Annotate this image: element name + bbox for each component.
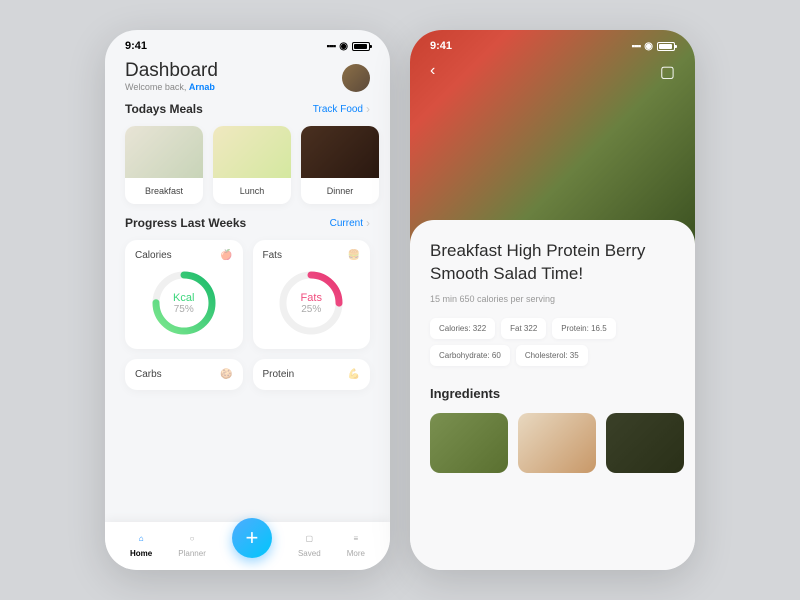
- progress-card-protein[interactable]: Protein 💪: [253, 359, 371, 390]
- nutrition-chips: Calories: 322 Fat 322 Protein: 16.5 Carb…: [430, 318, 675, 366]
- meals-section: Todays Meals Track Food Breakfast Lunch …: [105, 102, 390, 216]
- status-bar: 9:41: [105, 30, 390, 56]
- wifi-icon: [339, 40, 348, 52]
- ingredient-image[interactable]: [518, 413, 596, 473]
- user-name: Arnab: [189, 82, 215, 92]
- meal-image: [213, 126, 291, 178]
- ingredients-heading: Ingredients: [430, 386, 675, 401]
- progress-card-calories[interactable]: Calories 🍎 Kcal 75%: [125, 240, 243, 349]
- ring-label: Fats: [301, 292, 322, 304]
- recipe-subtitle: 15 min 650 calories per serving: [430, 294, 675, 304]
- recipe-hero-image: ‹ ▢: [410, 30, 695, 250]
- chevron-right-icon: [366, 102, 370, 116]
- wifi-icon: [644, 40, 653, 52]
- meal-card-breakfast[interactable]: Breakfast: [125, 126, 203, 204]
- signal-icon: [327, 40, 336, 52]
- bookmark-button[interactable]: ▢: [660, 62, 675, 82]
- bookmark-icon: ▢: [301, 530, 317, 546]
- welcome-text: Welcome back, Arnab: [125, 82, 218, 92]
- ring-label: Kcal: [173, 292, 194, 304]
- ingredient-image[interactable]: [606, 413, 684, 473]
- plus-icon: +: [245, 525, 258, 551]
- chip-carbohydrate: Carbohydrate: 60: [430, 345, 510, 366]
- meals-heading: Todays Meals: [125, 102, 203, 116]
- progress-card-carbs[interactable]: Carbs 🍪: [125, 359, 243, 390]
- nav-more[interactable]: ≡ More: [347, 530, 365, 558]
- ingredients-row: [430, 413, 675, 473]
- ring-percent: 25%: [301, 304, 321, 315]
- status-time: 9:41: [430, 40, 452, 52]
- burger-icon: 🍔: [348, 250, 360, 261]
- meal-image: [301, 126, 379, 178]
- search-icon: ○: [184, 530, 200, 546]
- apple-icon: 🍎: [220, 250, 232, 261]
- back-button[interactable]: ‹: [430, 62, 435, 82]
- status-bar: 9:41: [410, 30, 695, 56]
- chip-fat: Fat 322: [501, 318, 546, 339]
- muscle-icon: 💪: [348, 369, 360, 380]
- progress-section: Progress Last Weeks Current Calories 🍎: [105, 216, 390, 402]
- status-time: 9:41: [125, 40, 147, 52]
- recipe-title: Breakfast High Protein Berry Smooth Sala…: [430, 240, 675, 286]
- battery-icon: [352, 42, 370, 51]
- meal-card-lunch[interactable]: Lunch: [213, 126, 291, 204]
- avatar[interactable]: [342, 64, 370, 92]
- add-button[interactable]: +: [232, 518, 272, 558]
- chip-protein: Protein: 16.5: [552, 318, 615, 339]
- progress-heading: Progress Last Weeks: [125, 216, 246, 230]
- track-food-link[interactable]: Track Food: [313, 102, 370, 116]
- dashboard-header: Dashboard Welcome back, Arnab: [105, 56, 390, 102]
- progress-card-fats[interactable]: Fats 🍔 Fats 25%: [253, 240, 371, 349]
- ring-percent: 75%: [174, 304, 194, 315]
- signal-icon: [632, 40, 641, 52]
- progress-current-link[interactable]: Current: [330, 216, 370, 230]
- meal-card-dinner[interactable]: Dinner: [301, 126, 379, 204]
- menu-icon: ≡: [348, 530, 364, 546]
- chip-calories: Calories: 322: [430, 318, 495, 339]
- dashboard-screen: 9:41 Dashboard Welcome back, Arnab Today…: [105, 30, 390, 570]
- recipe-sheet: Breakfast High Protein Berry Smooth Sala…: [410, 220, 695, 570]
- status-indicators: [327, 40, 371, 52]
- cookie-icon: 🍪: [220, 369, 232, 380]
- nav-home[interactable]: ⌂ Home: [130, 530, 152, 558]
- bottom-nav: ⌂ Home ○ Planner + ▢ Saved ≡ More: [105, 522, 390, 570]
- page-title: Dashboard: [125, 60, 218, 82]
- chip-cholesterol: Cholesterol: 35: [516, 345, 588, 366]
- home-icon: ⌂: [133, 530, 149, 546]
- recipe-detail-screen: 9:41 ‹ ▢ Breakfast High Protein Berry Sm…: [410, 30, 695, 570]
- battery-icon: [657, 42, 675, 51]
- nav-saved[interactable]: ▢ Saved: [298, 530, 321, 558]
- meal-image: [125, 126, 203, 178]
- nav-planner[interactable]: ○ Planner: [178, 530, 206, 558]
- chevron-right-icon: [366, 216, 370, 230]
- ingredient-image[interactable]: [430, 413, 508, 473]
- status-indicators: [632, 40, 676, 52]
